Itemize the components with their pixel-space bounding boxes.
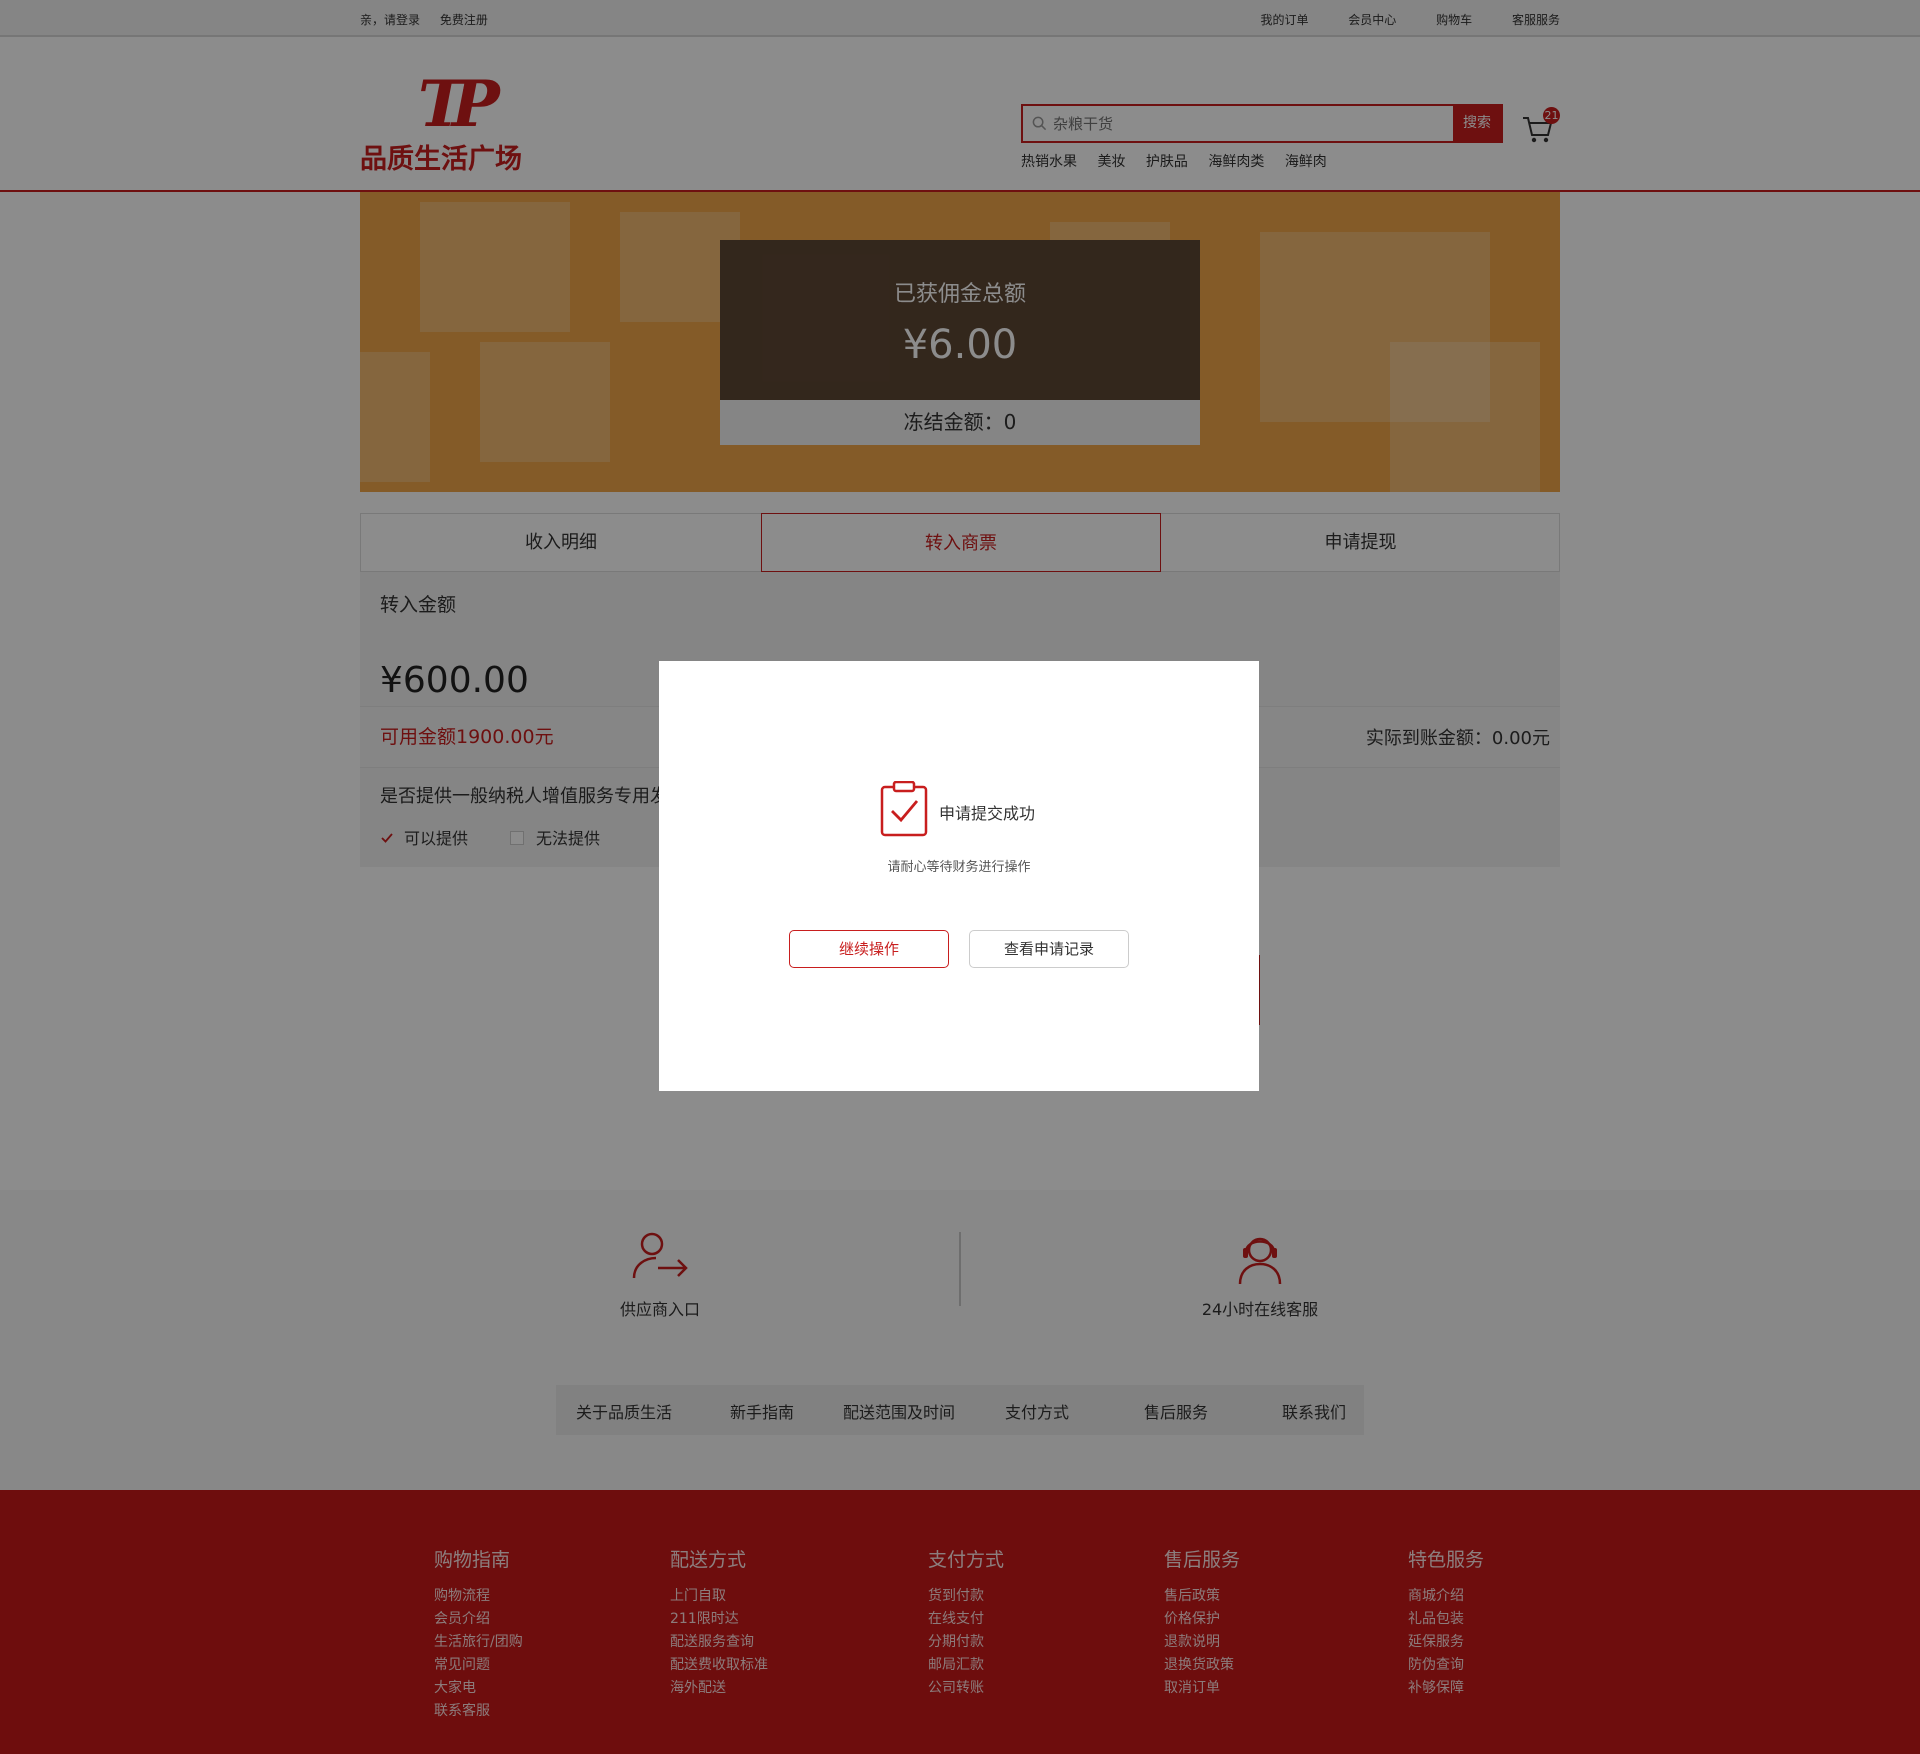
success-dialog: 申请提交成功 请耐心等待财务进行操作 继续操作 查看申请记录: [659, 661, 1259, 1091]
view-records-button[interactable]: 查看申请记录: [969, 930, 1129, 968]
clipboard-check-icon: [880, 781, 928, 837]
continue-button[interactable]: 继续操作: [789, 930, 949, 968]
dialog-title: 申请提交成功: [939, 804, 1036, 823]
dialog-subtitle: 请耐心等待财务进行操作: [887, 860, 1031, 875]
